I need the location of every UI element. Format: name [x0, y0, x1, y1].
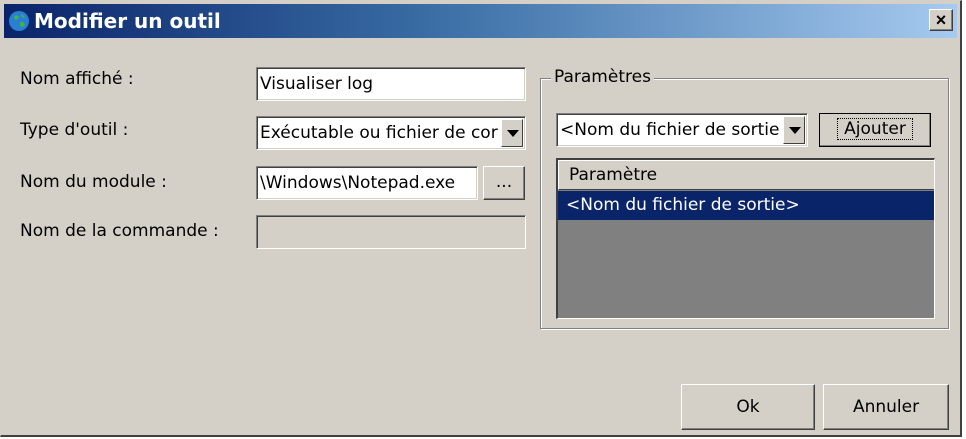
close-icon: × [935, 10, 947, 30]
add-parameter-label: Ajouter [837, 118, 913, 140]
list-header-parameter[interactable]: Paramètre [558, 160, 934, 190]
parameter-list[interactable]: Paramètre <Nom du fichier de sortie> [556, 158, 935, 319]
parameters-group-label: Paramètres [551, 67, 654, 87]
parameter-select-value: <Nom du fichier de sortie [560, 120, 780, 140]
window-title: Modifier un outil [34, 9, 221, 33]
cancel-button[interactable]: Annuler [823, 384, 949, 430]
chevron-down-icon [507, 130, 519, 137]
command-name-label: Nom de la commande : [20, 221, 219, 241]
dialog-window: Modifier un outil × Nom affiché : Visual… [0, 0, 962, 437]
parameter-select[interactable]: <Nom du fichier de sortie [556, 113, 808, 147]
close-button[interactable]: × [929, 9, 953, 31]
tool-type-label: Type d'outil : [20, 120, 129, 140]
module-name-input[interactable]: \Windows\Notepad.exe [256, 166, 478, 200]
ok-button[interactable]: Ok [681, 384, 815, 430]
title-bar[interactable]: Modifier un outil × [4, 4, 957, 38]
tool-type-select[interactable]: Exécutable ou fichier de cor [256, 116, 526, 150]
module-name-label: Nom du module : [20, 172, 167, 192]
list-item[interactable]: <Nom du fichier de sortie> [558, 191, 934, 220]
display-name-label: Nom affiché : [20, 69, 134, 89]
command-name-input [256, 215, 526, 249]
display-name-input[interactable]: Visualiser log [256, 67, 526, 101]
globe-icon [9, 11, 29, 31]
browse-button[interactable]: ... [483, 166, 525, 200]
chevron-down-icon [789, 127, 801, 134]
add-parameter-button[interactable]: Ajouter [819, 113, 931, 147]
tool-type-value: Exécutable ou fichier de cor [260, 123, 498, 143]
tool-type-dropdown-button[interactable] [501, 119, 523, 147]
parameter-dropdown-button[interactable] [783, 116, 805, 144]
